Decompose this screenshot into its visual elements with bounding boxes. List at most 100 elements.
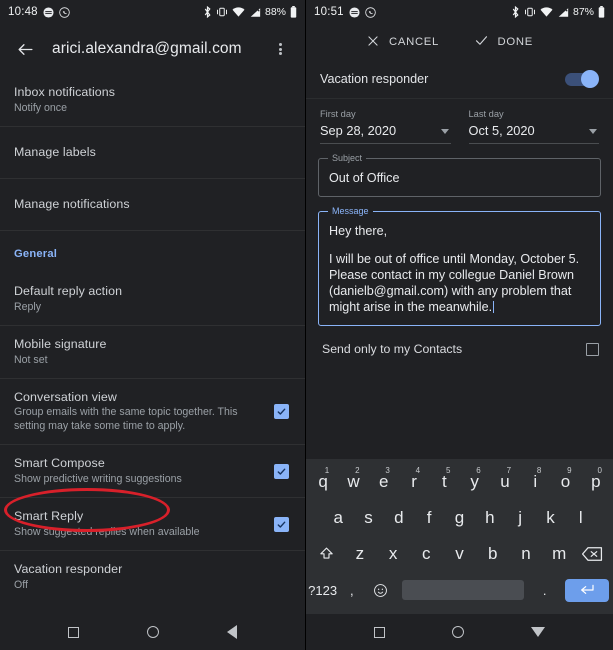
key-p[interactable]: 0p (581, 465, 611, 499)
compose-action-bar: CANCEL DONE (306, 24, 613, 60)
setting-subtitle: Show predictive writing suggestions (14, 473, 182, 485)
period-key[interactable]: . (530, 573, 559, 607)
conversation-view-checkbox[interactable] (274, 404, 289, 419)
key-f[interactable]: f (414, 501, 444, 535)
keyboard-row-1: 1q 2w 3e 4r 5t 6y 7u 8i 9o 0p (308, 464, 611, 500)
send-only-contacts-checkbox[interactable] (586, 342, 599, 356)
key-a[interactable]: a (323, 501, 353, 535)
message-label: Message (328, 206, 373, 216)
setting-subtitle: Notify once (14, 102, 67, 114)
setting-vacation-responder[interactable]: Vacation responder Off (0, 551, 305, 603)
battery-icon (290, 6, 297, 18)
key-v[interactable]: v (443, 537, 476, 571)
settings-list: Inbox notifications Notify once Manage l… (0, 74, 305, 650)
setting-subtitle: Show suggested replies when available (14, 526, 200, 538)
setting-smart-compose[interactable]: Smart Compose Show predictive writing su… (0, 445, 305, 498)
key-l[interactable]: l (566, 501, 596, 535)
setting-smart-reply[interactable]: Smart Reply Show suggested replies when … (0, 498, 305, 551)
android-nav-bar (306, 614, 613, 650)
setting-subtitle: Reply (14, 301, 42, 313)
setting-title: Conversation view (14, 390, 117, 404)
cancel-button[interactable]: CANCEL (366, 34, 439, 51)
key-w[interactable]: 2w (338, 465, 368, 499)
key-c[interactable]: c (410, 537, 443, 571)
dual-screenshot: 10:48 88% arici.alexandra@gmail.com Inbo… (0, 0, 613, 650)
setting-manage-notifications[interactable]: Manage notifications (0, 179, 305, 231)
setting-mobile-signature[interactable]: Mobile signature Not set (0, 326, 305, 379)
smart-reply-checkbox[interactable] (274, 516, 289, 532)
back-triangle-icon[interactable] (227, 625, 237, 639)
recents-square-icon[interactable] (68, 626, 79, 638)
key-j[interactable]: j (505, 501, 535, 535)
space-key[interactable] (401, 580, 525, 600)
whatsapp-icon (59, 6, 70, 18)
send-only-contacts-row[interactable]: Send only to my Contacts (306, 326, 613, 356)
vibrate-icon (524, 6, 536, 18)
home-circle-icon[interactable] (451, 626, 464, 638)
message-field[interactable]: Message Hey there, I will be out of offi… (318, 206, 601, 326)
battery-percent: 88% (264, 6, 286, 18)
key-g[interactable]: g (444, 501, 474, 535)
emoji-icon[interactable] (366, 573, 395, 607)
key-t[interactable]: 5t (429, 465, 459, 499)
setting-title: Smart Reply (14, 509, 84, 523)
shift-icon[interactable] (310, 537, 343, 571)
key-d[interactable]: d (384, 501, 414, 535)
last-day-picker[interactable]: Last day Oct 5, 2020 (468, 109, 599, 144)
key-n[interactable]: n (509, 537, 542, 571)
setting-manage-labels[interactable]: Manage labels (0, 127, 305, 179)
comma-key[interactable]: , (337, 573, 366, 607)
text-cursor (493, 301, 495, 313)
setting-subtitle: Not set (14, 354, 48, 366)
done-button[interactable]: DONE (474, 33, 533, 51)
key-y[interactable]: 6y (460, 465, 490, 499)
battery-percent: 87% (572, 6, 594, 18)
setting-default-reply-action[interactable]: Default reply action Reply (0, 273, 305, 326)
key-s[interactable]: s (353, 501, 383, 535)
cancel-label: CANCEL (389, 36, 440, 48)
key-m[interactable]: m (543, 537, 576, 571)
setting-title: Manage notifications (14, 197, 130, 211)
keyboard-row-4: ?123 , . (308, 572, 611, 608)
setting-conversation-view[interactable]: Conversation view Group emails with the … (0, 379, 305, 445)
vacation-responder-toggle[interactable] (565, 70, 599, 88)
subject-value: Out of Office (329, 171, 400, 185)
setting-title: Smart Compose (14, 456, 105, 470)
key-i[interactable]: 8i (520, 465, 550, 499)
key-x[interactable]: x (376, 537, 409, 571)
key-z[interactable]: z (343, 537, 376, 571)
last-day-label: Last day (468, 109, 504, 119)
back-arrow-icon[interactable] (12, 36, 38, 62)
home-circle-icon[interactable] (147, 626, 159, 638)
enter-icon[interactable] (565, 578, 609, 602)
key-u[interactable]: 7u (490, 465, 520, 499)
vacation-responder-row: Vacation responder (306, 60, 613, 99)
subject-label: Subject (328, 153, 367, 163)
key-r[interactable]: 4r (399, 465, 429, 499)
key-h[interactable]: h (475, 501, 505, 535)
message-icon (349, 6, 360, 18)
toggle-thumb (581, 70, 599, 88)
bluetooth-icon (203, 6, 212, 18)
key-q[interactable]: 1q (308, 465, 338, 499)
key-e[interactable]: 3e (369, 465, 399, 499)
account-email-title: arici.alexandra@gmail.com (52, 40, 242, 57)
key-b[interactable]: b (476, 537, 509, 571)
android-nav-bar (0, 614, 305, 650)
recents-square-icon[interactable] (373, 626, 385, 638)
chevron-down-icon (589, 129, 597, 134)
first-day-picker[interactable]: First day Sep 28, 2020 (320, 109, 451, 144)
status-time: 10:48 (8, 6, 38, 18)
symbols-key[interactable]: ?123 (308, 573, 337, 607)
overflow-menu-icon[interactable] (267, 36, 293, 62)
right-phone-screen: 10:51 87% CANCEL DONE Vacation responder… (306, 0, 613, 650)
key-k[interactable]: k (535, 501, 565, 535)
backspace-icon[interactable] (576, 537, 609, 571)
close-x-icon (366, 34, 380, 51)
setting-inbox-notifications[interactable]: Inbox notifications Notify once (0, 74, 305, 127)
back-triangle-icon[interactable] (531, 627, 546, 637)
first-day-label: First day (320, 109, 356, 119)
key-o[interactable]: 9o (550, 465, 580, 499)
smart-compose-checkbox[interactable] (274, 463, 289, 479)
subject-field[interactable]: Subject Out of Office (318, 153, 601, 197)
